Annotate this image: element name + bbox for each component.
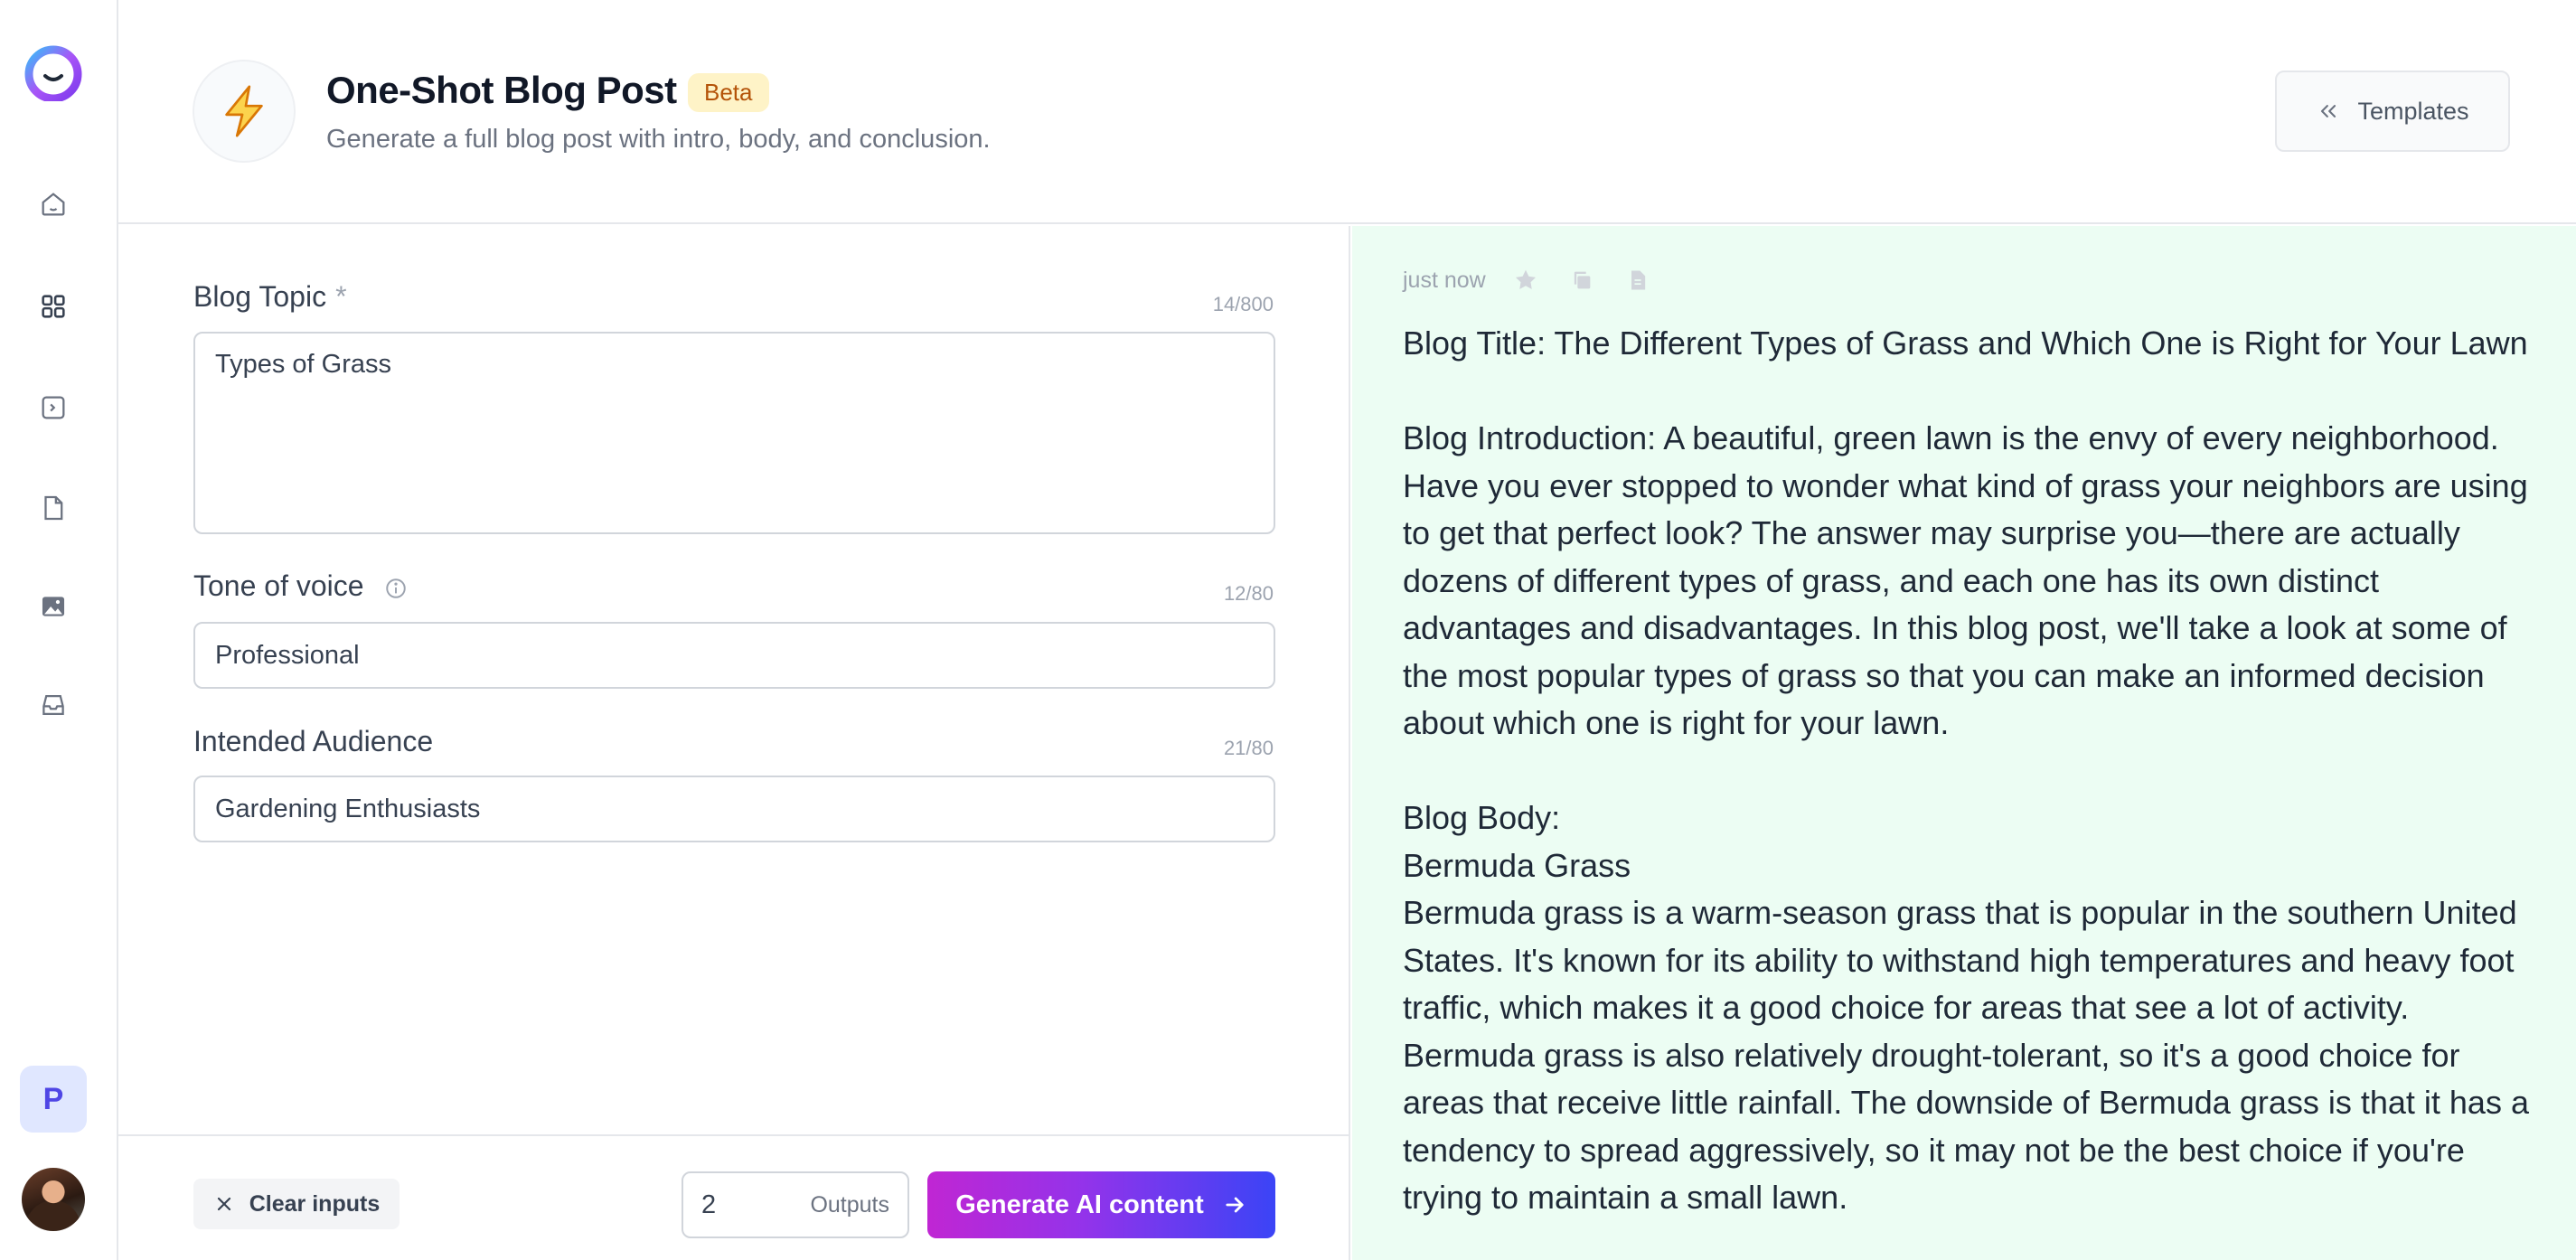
beta-badge: Beta	[688, 73, 769, 112]
add-to-document-icon[interactable]	[1622, 264, 1654, 296]
terminal-icon[interactable]	[36, 390, 71, 425]
output-meta: just now	[1403, 264, 1654, 296]
output-section-heading: Bermuda Grass	[1403, 846, 1631, 884]
form-footer: Clear inputs 2 Outputs Generate AI conte…	[118, 1134, 1350, 1260]
templates-button[interactable]: Templates	[2275, 71, 2510, 152]
info-icon[interactable]	[384, 577, 408, 600]
image-icon[interactable]	[36, 589, 71, 624]
required-mark: *	[335, 280, 347, 313]
clear-inputs-button[interactable]: Clear inputs	[193, 1179, 400, 1229]
output-body-heading: Blog Body:	[1403, 799, 1561, 836]
sidebar: P	[0, 0, 118, 1260]
outputs-label: Outputs	[810, 1191, 889, 1218]
close-icon	[217, 1197, 230, 1211]
tone-input[interactable]: Professional	[193, 622, 1275, 689]
home-icon[interactable]	[36, 187, 71, 221]
blog-topic-counter: 14/800	[1212, 293, 1274, 315]
tone-counter: 12/80	[1223, 582, 1274, 605]
star-icon[interactable]	[1509, 264, 1542, 296]
audience-label: Intended Audience	[193, 725, 434, 757]
generate-content-button[interactable]: Generate AI content	[927, 1171, 1275, 1238]
jasper-logo-icon[interactable]	[22, 43, 85, 103]
outputs-count-value: 2	[701, 1189, 717, 1219]
output-panel: just now Blog Title: The Different Types…	[1352, 226, 2576, 1260]
tone-label-text: Tone of voice	[193, 569, 364, 602]
generated-content[interactable]: Blog Title: The Different Types of Grass…	[1403, 320, 2542, 1222]
output-timestamp: just now	[1403, 267, 1486, 293]
audience-input[interactable]: Gardening Enthusiasts	[193, 776, 1275, 842]
generate-label: Generate AI content	[955, 1189, 1204, 1219]
document-icon[interactable]	[36, 491, 71, 525]
templates-label: Templates	[2357, 97, 2469, 125]
blog-topic-label-text: Blog Topic	[193, 280, 327, 313]
lightning-icon	[193, 60, 296, 163]
page-subtitle: Generate a full blog post with intro, bo…	[326, 125, 991, 154]
blog-topic-textarea[interactable]: Types of Grass	[193, 332, 1275, 534]
output-introduction: Blog Introduction: A beautiful, green la…	[1403, 419, 2537, 741]
output-section-text: Bermuda grass is a warm-season grass tha…	[1403, 894, 2538, 1216]
audience-counter: 21/80	[1223, 737, 1274, 759]
inbox-icon[interactable]	[36, 688, 71, 722]
chevrons-left-icon	[2321, 105, 2336, 118]
page-header: One-Shot Blog Post Beta Generate a full …	[118, 0, 2576, 224]
blog-topic-label: Blog Topic *	[193, 280, 347, 314]
templates-grid-icon[interactable]	[36, 289, 71, 324]
page-title: One-Shot Blog Post	[326, 69, 677, 111]
clear-inputs-label: Clear inputs	[249, 1190, 381, 1217]
copy-icon[interactable]	[1565, 264, 1598, 296]
input-form: Blog Topic * 14/800 Types of Grass Tone o…	[118, 226, 1350, 1260]
workspace-avatar[interactable]: P	[20, 1066, 87, 1133]
output-blog-title: Blog Title: The Different Types of Grass…	[1403, 324, 2528, 362]
user-avatar[interactable]	[22, 1168, 85, 1231]
arrow-right-icon	[1226, 1197, 1244, 1213]
tone-label: Tone of voice	[193, 569, 408, 603]
outputs-count-input[interactable]: 2 Outputs	[682, 1171, 909, 1238]
